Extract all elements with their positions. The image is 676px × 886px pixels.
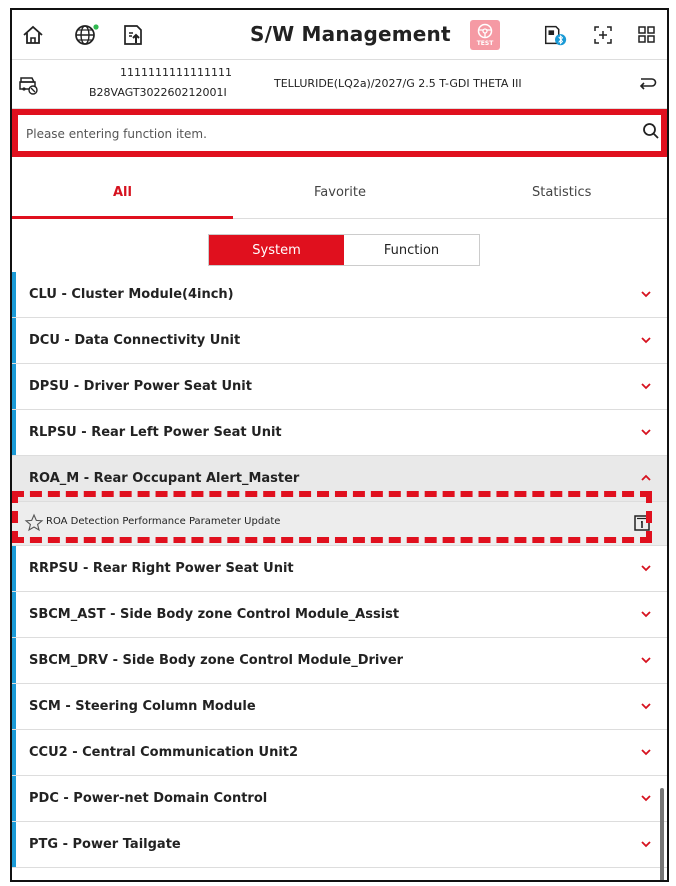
system-name: RLPSU - Rear Left Power Seat Unit	[29, 425, 282, 440]
return-icon[interactable]	[637, 75, 657, 97]
vin-number: 1111111111111111	[120, 66, 232, 79]
chevron-down-icon[interactable]	[639, 561, 653, 575]
tab-statistics[interactable]: Statistics	[532, 185, 591, 200]
top-bar: S/W Management TEST	[12, 10, 667, 60]
list-item[interactable]: RLPSU - Rear Left Power Seat Unit	[12, 410, 667, 456]
system-name: SBCM_AST - Side Body zone Control Module…	[29, 607, 400, 622]
chevron-down-icon[interactable]	[639, 653, 653, 667]
system-toggle-button[interactable]: System	[209, 235, 344, 265]
search-input[interactable]	[26, 123, 616, 145]
system-name: DPSU - Driver Power Seat Unit	[29, 379, 252, 394]
system-name: DCU - Data Connectivity Unit	[29, 333, 241, 348]
active-tab-indicator	[12, 216, 233, 219]
chevron-down-icon[interactable]	[639, 607, 653, 621]
chevron-down-icon[interactable]	[639, 425, 653, 439]
chevron-down-icon[interactable]	[639, 837, 653, 851]
list-item[interactable]: DPSU - Driver Power Seat Unit	[12, 364, 667, 410]
search-box	[12, 109, 667, 157]
function-item[interactable]: ROA Detection Performance Parameter Upda…	[12, 502, 667, 546]
screen-capture-icon[interactable]	[590, 22, 616, 48]
list-item-expanded[interactable]: ROA_M - Rear Occupant Alert_Master	[12, 456, 667, 502]
list-item[interactable]: CCU2 - Central Communication Unit2	[12, 730, 667, 776]
grid-menu-icon[interactable]	[634, 22, 660, 48]
chevron-down-icon[interactable]	[639, 745, 653, 759]
home-icon[interactable]	[20, 22, 46, 48]
chevron-down-icon[interactable]	[639, 287, 653, 301]
function-name: ROA Detection Performance Parameter Upda…	[46, 516, 281, 527]
system-name: PDC - Power-net Domain Control	[29, 791, 268, 806]
tab-favorite[interactable]: Favorite	[314, 185, 366, 200]
list-item[interactable]: SBCM_AST - Side Body zone Control Module…	[12, 592, 667, 638]
system-list: CLU - Cluster Module(4inch) DCU - Data C…	[12, 272, 667, 868]
chevron-up-icon[interactable]	[639, 471, 653, 485]
tab-all[interactable]: All	[113, 185, 132, 200]
system-name: SCM - Steering Column Module	[29, 699, 256, 714]
chevron-down-icon[interactable]	[639, 699, 653, 713]
chevron-down-icon[interactable]	[639, 379, 653, 393]
chevron-down-icon[interactable]	[639, 791, 653, 805]
system-name: PTG - Power Tailgate	[29, 837, 181, 852]
vehicle-model: TELLURIDE(LQ2a)/2027/G 2.5 T-GDI THETA I…	[274, 77, 522, 90]
page-title: S/W Management	[250, 22, 451, 46]
list-item[interactable]: CLU - Cluster Module(4inch)	[12, 272, 667, 318]
globe-icon[interactable]	[74, 22, 100, 48]
info-icon[interactable]	[633, 514, 651, 532]
list-item[interactable]: RRPSU - Rear Right Power Seat Unit	[12, 546, 667, 592]
app-frame: S/W Management TEST 1111111111111111 B28…	[10, 8, 669, 882]
list-item[interactable]: SCM - Steering Column Module	[12, 684, 667, 730]
vehicle-code: B28VAGT302260212001I	[89, 86, 227, 99]
function-toggle-button[interactable]: Function	[344, 235, 479, 265]
list-item[interactable]: SBCM_DRV - Side Body zone Control Module…	[12, 638, 667, 684]
vci-bluetooth-icon[interactable]	[542, 22, 568, 48]
test-badge-label: TEST	[476, 40, 494, 47]
test-badge-icon[interactable]: TEST	[470, 20, 500, 50]
list-item[interactable]: DCU - Data Connectivity Unit	[12, 318, 667, 364]
vehicle-info-bar: 1111111111111111 B28VAGT302260212001I TE…	[12, 61, 667, 109]
chevron-down-icon[interactable]	[639, 333, 653, 347]
tab-bar: All Favorite Statistics	[12, 167, 667, 219]
system-name: ROA_M - Rear Occupant Alert_Master	[29, 471, 300, 486]
search-icon[interactable]	[642, 122, 660, 144]
system-name: CLU - Cluster Module(4inch)	[29, 287, 234, 302]
system-name: CCU2 - Central Communication Unit2	[29, 745, 299, 760]
vehicle-diagnostic-icon[interactable]	[18, 74, 40, 100]
list-item[interactable]: PDC - Power-net Domain Control	[12, 776, 667, 822]
view-toggle: System Function	[208, 234, 480, 266]
system-name: RRPSU - Rear Right Power Seat Unit	[29, 561, 294, 576]
favorite-star-icon[interactable]	[24, 513, 44, 533]
list-scrollbar[interactable]	[660, 788, 664, 880]
system-name: SBCM_DRV - Side Body zone Control Module…	[29, 653, 404, 668]
upload-icon[interactable]	[120, 22, 146, 48]
list-item[interactable]: PTG - Power Tailgate	[12, 822, 667, 868]
